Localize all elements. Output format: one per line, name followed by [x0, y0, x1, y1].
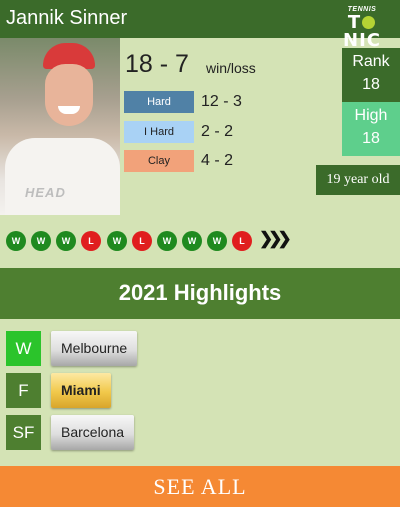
rank-box: Rank 18	[342, 48, 400, 102]
result-badge: W	[56, 231, 76, 251]
header-bar: Jannik Sinner TENNIS TNIC	[0, 0, 400, 50]
face-shape	[45, 64, 93, 126]
result-badge: W	[31, 231, 51, 251]
surface-indoor-hard-badge: I Hard	[124, 121, 194, 143]
result-badge: W	[207, 231, 227, 251]
shirt-shape	[5, 138, 120, 215]
tournament-row-barcelona[interactable]: SF Barcelona	[6, 415, 306, 450]
tournament-result-badge: F	[6, 373, 41, 408]
high-value: 18	[362, 130, 380, 147]
tournament-name-button[interactable]: Barcelona	[51, 415, 135, 450]
player-name[interactable]: Jannik Sinner	[6, 7, 127, 30]
tennis-tonic-logo[interactable]: TENNIS TNIC	[332, 6, 392, 50]
highlights-banner: 2021 Highlights	[0, 268, 400, 319]
career-high-box: High 18	[342, 102, 400, 156]
shirt-logo-text: HEAD	[25, 185, 66, 200]
surface-indoor-hard-score: 2 - 2	[201, 123, 234, 140]
tournament-row-melbourne[interactable]: W Melbourne	[6, 331, 306, 366]
surface-clay-score: 4 - 2	[201, 152, 234, 169]
rank-label: Rank	[352, 53, 390, 70]
player-photo: HEAD	[0, 38, 120, 215]
result-badge: W	[6, 231, 26, 251]
surface-clay-badge: Clay	[124, 150, 194, 172]
result-badge: L	[132, 231, 152, 251]
result-badge: L	[232, 231, 252, 251]
tournament-row-miami[interactable]: F Miami	[6, 373, 306, 408]
high-label: High	[354, 107, 388, 124]
tennis-ball-icon	[362, 15, 376, 29]
tournament-name-button[interactable]: Miami	[51, 373, 111, 408]
surface-hard-score: 12 - 3	[201, 93, 242, 110]
result-badge: W	[182, 231, 202, 251]
result-badge: W	[157, 231, 177, 251]
age-badge: 19 year old	[316, 165, 400, 195]
highlights-title: 2021 Highlights	[118, 280, 282, 305]
tournament-name-button[interactable]: Melbourne	[51, 331, 138, 366]
logo-top-text: TENNIS	[347, 6, 377, 13]
tournament-result-badge: SF	[6, 415, 41, 450]
tournament-result-badge: W	[6, 331, 41, 366]
win-loss-record: 18 - 7	[125, 50, 189, 78]
result-badge: W	[107, 231, 127, 251]
rank-value: 18	[362, 76, 380, 93]
win-loss-label: win/loss	[206, 60, 256, 76]
see-all-button[interactable]: SEE ALL	[0, 466, 400, 507]
surface-hard-badge: Hard	[124, 91, 194, 113]
triple-chevron-right-icon[interactable]: ❯❯❯	[259, 229, 292, 249]
result-badge: L	[81, 231, 101, 251]
logo-main-text: TNIC	[343, 12, 381, 51]
